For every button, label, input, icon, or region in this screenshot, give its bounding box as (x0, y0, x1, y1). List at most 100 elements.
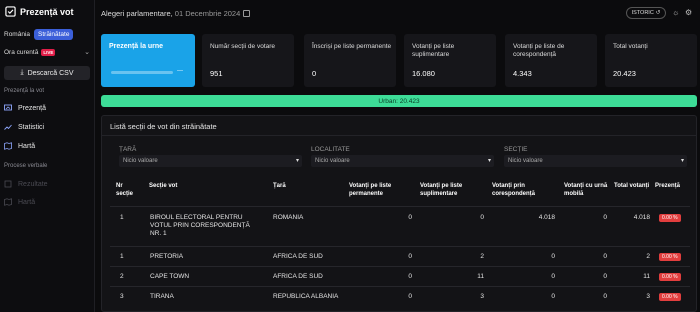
cell-urna-mobila: 0 (603, 253, 607, 260)
download-csv-label: Descarcă CSV (27, 69, 74, 77)
time-selector[interactable]: Ora curentă LIVE ⌄ (4, 48, 90, 56)
card-value: 0 (312, 69, 317, 78)
card-value: 20.423 (613, 69, 636, 78)
cell-corespondenta: 0 (551, 253, 555, 260)
col-header-nr[interactable]: Nr secție (116, 182, 140, 198)
col-header-permanente[interactable]: Votanți pe liste permanente (349, 182, 415, 198)
results-icon (4, 180, 12, 188)
download-icon: ⤓ (20, 69, 24, 76)
cell-suplimentare: 0 (480, 214, 484, 221)
polling-stations-panel: Listă secții de vot din străinătate ȚARĂ… (101, 115, 697, 312)
scope-strainatate-badge[interactable]: Străinătate (34, 29, 74, 40)
map-icon (4, 198, 12, 206)
table-row[interactable]: 1 PRETORIA AFRICA DE SUD 0 2 0 0 2 0.00 … (110, 246, 690, 266)
cell-permanente: 0 (408, 273, 412, 280)
col-header-sectie[interactable]: Secție vot (149, 182, 177, 190)
filter-sectie-select[interactable]: Nicio valoare ▾ (504, 155, 687, 167)
nav-item-prezenta[interactable]: Prezență (4, 104, 46, 112)
calendar-icon[interactable] (243, 10, 251, 17)
cell-tara: AFRICA DE SUD (273, 273, 323, 280)
cell-nr: 2 (120, 273, 124, 280)
cell-tara: AFRICA DE SUD (273, 253, 323, 260)
col-header-suplimentare[interactable]: Votanți pe liste suplimentare (420, 182, 488, 198)
gear-icon[interactable]: ⚙ (685, 8, 694, 17)
card-corespondenta: Votanți pe liste de corespondență 4.343 (505, 34, 597, 87)
filter-label-localitate: LOCALITATE (311, 146, 350, 153)
col-header-prezenta[interactable]: Prezență (655, 182, 680, 190)
cell-nr: 1 (120, 253, 124, 260)
istoric-label: ISTORIC (631, 10, 654, 16)
filter-label-sectie: SECȚIE (504, 146, 528, 153)
card-prezenta-urne: Prezență la urne --- (101, 34, 195, 87)
table-row[interactable]: 3 TIRANA REPUBLICA ALBANIA 0 3 0 0 3 0.0… (110, 286, 690, 306)
sidebar: Prezență vot România Străinătate Ora cur… (0, 0, 95, 312)
card-label: Prezență la urne (109, 43, 164, 50)
col-header-corespondenta[interactable]: Votanți prin corespondență (492, 182, 557, 198)
cell-nr: 1 (120, 214, 124, 221)
card-label: Înscriși pe liste permanente (312, 43, 392, 50)
prezenta-badge: 0.00 % (659, 293, 681, 301)
card-label: Votanți pe liste de corespondență (513, 43, 565, 58)
cell-total: 11 (643, 273, 650, 280)
cell-sectie: CAPE TOWN (150, 273, 190, 280)
card-value: 4.343 (513, 69, 532, 78)
card-value: 16.080 (412, 69, 435, 78)
chevron-down-icon: ▾ (295, 158, 299, 164)
app-title: Prezență vot (20, 6, 74, 17)
cell-total: 2 (646, 253, 650, 260)
turnout-value: --- (177, 68, 183, 74)
card-label: Total votanți (613, 43, 648, 50)
election-date: 01 Decembrie 2024 (174, 9, 241, 18)
map-icon (4, 142, 12, 150)
cell-permanente: 0 (408, 253, 412, 260)
sun-icon[interactable]: ☼ (672, 8, 681, 17)
cell-suplimentare: 11 (477, 273, 484, 280)
filter-tara-select[interactable]: Nicio valoare ▾ (119, 155, 302, 167)
nav-item-harta-verbal: Hartă (4, 198, 35, 206)
nav-label: Rezultate (18, 180, 48, 188)
nav-label: Prezență (18, 104, 47, 112)
cell-urna-mobila: 0 (603, 214, 607, 221)
card-numar-sectii: Număr secții de votare 951 (202, 34, 294, 87)
card-label: Votanți pe liste suplimentare (412, 43, 455, 58)
nav-item-rezultate: Rezultate (4, 180, 48, 188)
monitor-icon (4, 104, 12, 111)
nav-item-statistici[interactable]: Statistici (4, 123, 44, 131)
logo-icon (5, 6, 16, 17)
scope-romania[interactable]: România (4, 31, 30, 38)
card-label: Număr secții de votare (210, 43, 276, 50)
card-value: 951 (210, 69, 223, 78)
nav-item-harta[interactable]: Hartă (4, 142, 35, 150)
filter-label-tara: ȚARĂ (119, 146, 137, 153)
table-row[interactable]: 2 CAPE TOWN AFRICA DE SUD 0 11 0 0 11 0.… (110, 266, 690, 286)
col-header-urna-mobila[interactable]: Votanți cu urnă mobilă (564, 182, 612, 198)
download-csv-button[interactable]: ⤓ Descarcă CSV (4, 66, 90, 80)
chevron-down-icon: ⌄ (84, 49, 90, 56)
cell-suplimentare: 3 (480, 293, 484, 300)
filter-localitate-select[interactable]: Nicio valoare ▾ (311, 155, 494, 167)
cell-corespondenta: 0 (551, 273, 555, 280)
nav-label: Hartă (18, 198, 36, 206)
table-row[interactable]: 1 BIROUL ELECTORAL PENTRU VOTUL PRIN COR… (110, 206, 690, 246)
col-header-tara[interactable]: Țară (273, 182, 286, 190)
brand[interactable]: Prezență vot (5, 6, 74, 17)
scope-toggle: România Străinătate (4, 29, 74, 40)
turnout-progress (111, 71, 173, 74)
live-badge: LIVE (41, 48, 56, 56)
cell-corespondenta: 4.018 (538, 214, 555, 221)
trend-icon (4, 124, 12, 130)
cell-total: 4.018 (633, 214, 650, 221)
time-label: Ora curentă (4, 48, 39, 56)
section-verbal-label: Procese verbale (4, 163, 48, 169)
election-title: Alegeri parlamentare, 01 Decembrie 2024 (101, 9, 251, 18)
cell-permanente: 0 (408, 214, 412, 221)
nav-label: Statistici (18, 123, 45, 131)
cell-sectie: TIRANA (150, 293, 174, 300)
urban-label: Urban: 20.423 (378, 97, 420, 105)
col-header-total[interactable]: Total votanți (614, 182, 650, 190)
istoric-button[interactable]: ISTORIC ↺ (626, 7, 666, 19)
cell-tara: REPUBLICA ALBANIA (273, 293, 339, 300)
section-turnout-label: Prezență la vot (4, 88, 45, 94)
urban-bar[interactable]: Urban: 20.423 (101, 95, 697, 107)
prezenta-badge: 0.00 % (659, 273, 681, 281)
